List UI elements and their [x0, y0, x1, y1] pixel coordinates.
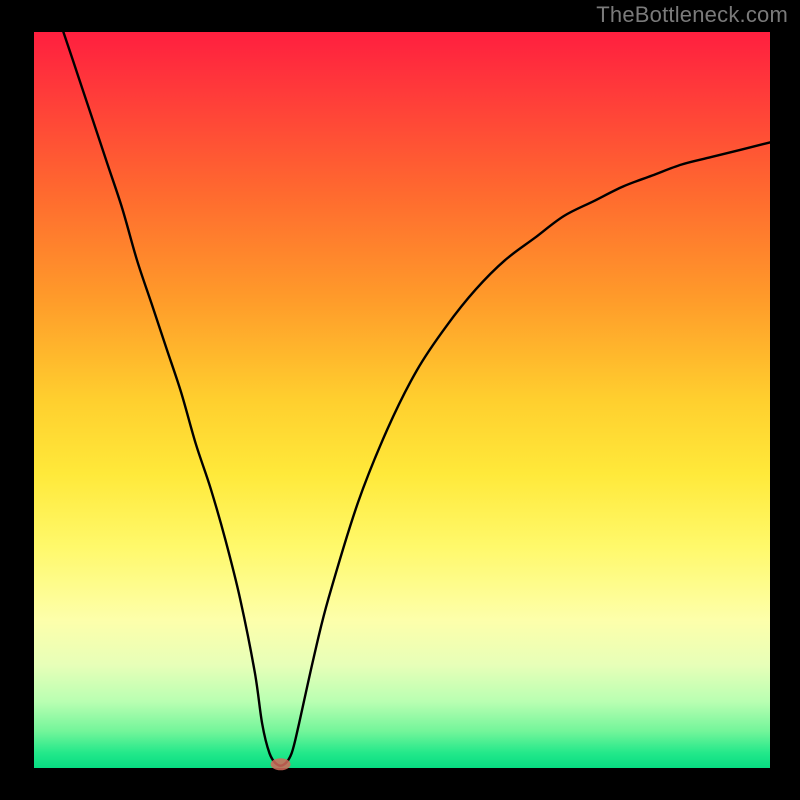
watermark-text: TheBottleneck.com	[596, 2, 788, 28]
bottleneck-curve	[63, 32, 770, 766]
chart-frame: TheBottleneck.com	[0, 0, 800, 800]
vertex-marker	[271, 758, 291, 770]
chart-curve-layer	[34, 32, 770, 768]
